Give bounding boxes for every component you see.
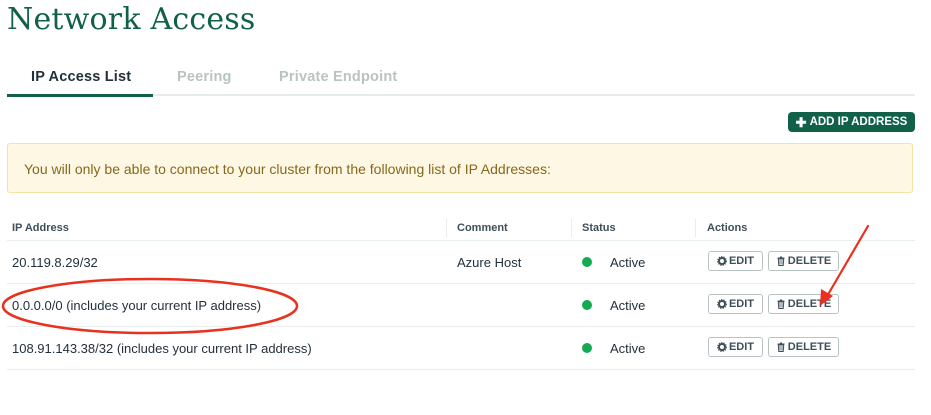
edit-label: EDIT <box>728 255 755 267</box>
active-tab-indicator <box>7 94 153 97</box>
delete-label: DELETE <box>787 341 832 353</box>
column-divider <box>571 219 572 237</box>
page-title: Network Access <box>7 2 256 37</box>
trash-icon <box>777 256 785 266</box>
column-header-actions: Actions <box>707 222 748 234</box>
status-active-dot <box>582 257 592 267</box>
add-ip-address-button[interactable]: ✚ ADD IP ADDRESS <box>788 112 915 132</box>
column-divider <box>446 219 447 237</box>
edit-button[interactable]: EDIT <box>708 251 763 271</box>
edit-label: EDIT <box>728 341 755 353</box>
tab-ip-access-list[interactable]: IP Access List <box>31 69 131 85</box>
status-cell: Active <box>610 298 646 313</box>
edit-label: EDIT <box>728 298 755 310</box>
delete-button[interactable]: DELETE <box>768 251 839 271</box>
info-banner: You will only be able to connect to your… <box>7 143 913 193</box>
edit-button[interactable]: EDIT <box>708 294 763 314</box>
column-header-comment: Comment <box>457 222 508 234</box>
status-active-dot <box>582 300 592 310</box>
table-header: IP Address Comment Status Actions <box>7 216 915 241</box>
edit-button[interactable]: EDIT <box>708 337 763 357</box>
plus-icon: ✚ <box>795 114 807 130</box>
add-ip-address-label: ADD IP ADDRESS <box>809 116 908 128</box>
delete-button[interactable]: DELETE <box>768 337 839 357</box>
table-row: 0.0.0.0/0 (includes your current IP addr… <box>7 284 915 327</box>
status-active-dot <box>582 343 592 353</box>
gear-icon <box>717 299 727 309</box>
status-cell: Active <box>610 341 646 356</box>
gear-icon <box>717 342 727 352</box>
tab-peering[interactable]: Peering <box>177 69 232 85</box>
tab-bar: IP Access List Peering Private Endpoint <box>7 62 915 97</box>
banner-text: You will only be able to connect to your… <box>24 161 551 177</box>
ip-address-cell: 108.91.143.38/32 (includes your current … <box>12 341 312 356</box>
table-row: 20.119.8.29/32 Azure Host Active EDIT DE… <box>7 241 915 284</box>
column-header-status: Status <box>582 222 616 234</box>
delete-button[interactable]: DELETE <box>768 294 839 314</box>
ip-address-cell: 20.119.8.29/32 <box>12 255 98 270</box>
ip-access-table: IP Address Comment Status Actions 20.119… <box>7 216 915 370</box>
delete-label: DELETE <box>787 298 832 310</box>
tab-private-endpoint[interactable]: Private Endpoint <box>279 69 397 85</box>
ip-address-cell: 0.0.0.0/0 (includes your current IP addr… <box>12 298 262 313</box>
table-row: 108.91.143.38/32 (includes your current … <box>7 327 915 370</box>
delete-label: DELETE <box>787 255 832 267</box>
comment-cell: Azure Host <box>457 255 522 270</box>
column-divider <box>695 219 696 237</box>
gear-icon <box>717 256 727 266</box>
status-cell: Active <box>610 255 646 270</box>
column-header-ip-address: IP Address <box>12 222 69 234</box>
trash-icon <box>777 342 785 352</box>
trash-icon <box>777 299 785 309</box>
